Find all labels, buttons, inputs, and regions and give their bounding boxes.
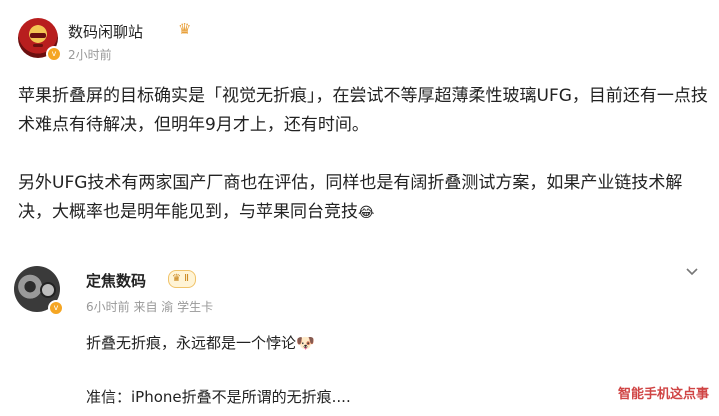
comment-meta: 6小时前 来自 渝 学生卡 <box>86 300 214 314</box>
comment-text-content: 折叠无折痕，永远都是一个悖论 <box>86 334 297 352</box>
post-paragraph-2: 另外UFG技术有两家国产厂商也在评估，同样也是有阔折叠测试方案，如果产业链技术解… <box>18 169 708 228</box>
commenter-name[interactable]: 定焦数码 <box>86 270 146 291</box>
post-paragraph-2-text: 另外UFG技术有两家国产厂商也在评估，同样也是有阔折叠测试方案，如果产业链技术解… <box>18 173 683 222</box>
post-time: 2小时前 <box>68 48 112 62</box>
dog-emoji-icon: 🐶 <box>296 334 315 352</box>
comment-text-2: 准信：iPhone折叠不是所谓的无折痕.... <box>86 388 351 406</box>
level-badge: ♛ Ⅱ <box>168 270 197 288</box>
chevron-down-icon[interactable] <box>682 262 702 282</box>
commenter-verified-icon: v <box>48 300 64 316</box>
comment-item: v 定焦数码 ♛ Ⅱ 6小时前 来自 渝 学生卡 折叠无折痕，永远都是一个悖论🐶… <box>14 258 714 416</box>
verified-badge-icon: v <box>46 46 62 62</box>
post-header: v 数码闲聊站 ♛ 2小时前 <box>18 14 698 62</box>
post-paragraph-1: 苹果折叠屏的目标确实是「视觉无折痕」，在尝试不等厚超薄柔性玻璃UFG，目前还有一… <box>18 86 708 135</box>
comment-text: 折叠无折痕，永远都是一个悖论🐶 <box>86 332 315 353</box>
crown-icon: ♛ <box>178 20 192 38</box>
author-name[interactable]: 数码闲聊站 <box>68 21 143 42</box>
laughing-emoji-icon: 😂 <box>358 205 375 221</box>
post-body: 苹果折叠屏的目标确实是「视觉无折痕」，在尝试不等厚超薄柔性玻璃UFG，目前还有一… <box>18 82 708 228</box>
watermark: 智能手机这点事 <box>617 387 709 402</box>
